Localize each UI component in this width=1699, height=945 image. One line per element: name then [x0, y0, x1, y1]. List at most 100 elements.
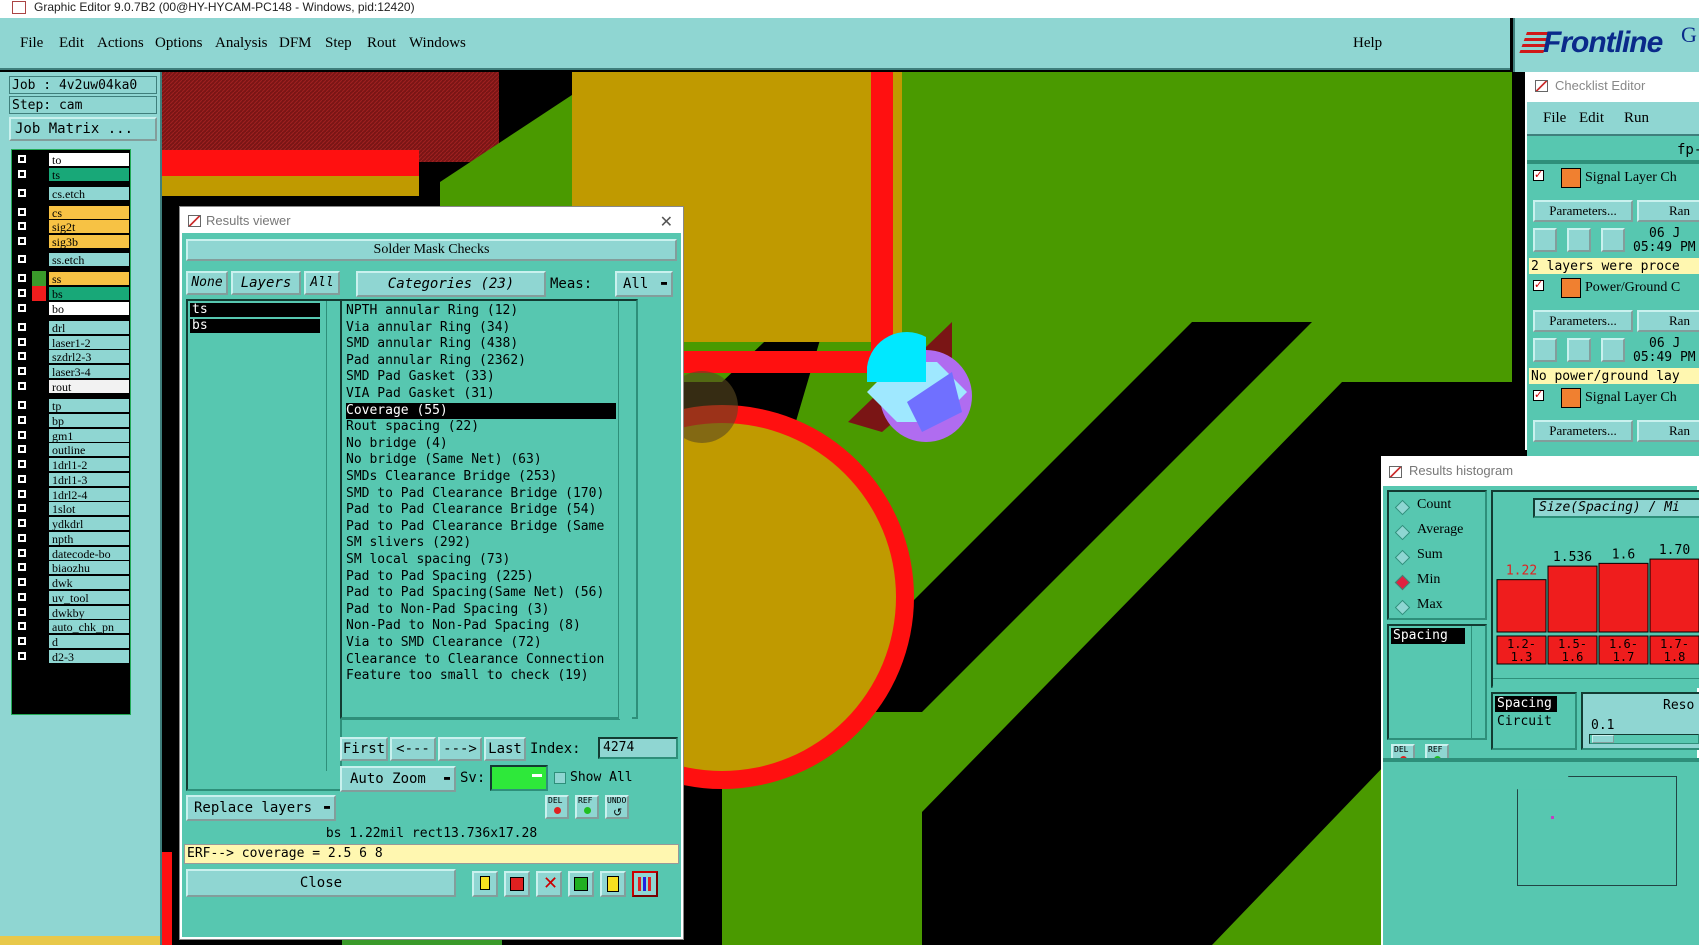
layer-color-swatch[interactable] — [32, 428, 46, 443]
layer-name[interactable]: cs.etch — [48, 186, 130, 201]
layer-color-swatch[interactable] — [32, 649, 46, 664]
category-item[interactable]: SM slivers (292) — [346, 535, 616, 551]
reso-slider[interactable] — [1589, 734, 1699, 744]
layer-checkbox[interactable] — [17, 636, 27, 646]
auto-zoom-dropdown[interactable]: Auto Zoom ▬ — [340, 766, 456, 792]
layer-row[interactable]: dwk — [14, 575, 130, 590]
layer-color-swatch[interactable] — [32, 634, 46, 649]
menu-help[interactable]: Help — [1353, 35, 1382, 52]
layer-row[interactable]: gm1 — [14, 428, 130, 443]
layer-row[interactable]: laser3-4 — [14, 364, 130, 379]
checklist-menu-run[interactable]: Run — [1624, 110, 1649, 127]
tool-flag-icon[interactable] — [472, 871, 498, 897]
run-check-icon[interactable] — [1567, 338, 1591, 362]
layer-row[interactable]: d2-3 — [14, 649, 130, 664]
layer-row[interactable]: ydkdrl — [14, 516, 130, 531]
category-item[interactable]: Pad to Pad Clearance Bridge (Same — [346, 519, 616, 535]
layer-name[interactable]: bo — [48, 301, 130, 316]
check-ran-button[interactable]: Ran — [1637, 310, 1699, 332]
layer-name[interactable]: szdrl2-3 — [48, 349, 130, 364]
stat-radio-min[interactable] — [1394, 574, 1411, 591]
layer-row[interactable]: 1drl1-2 — [14, 457, 130, 472]
tool-chart-icon[interactable] — [568, 871, 594, 897]
stat-radio-count[interactable] — [1394, 499, 1411, 516]
layers-button[interactable]: Layers — [231, 271, 301, 295]
categories-hscroll[interactable] — [342, 719, 620, 731]
layer-row[interactable]: ss.etch — [14, 252, 130, 267]
layer-color-swatch[interactable] — [32, 501, 46, 516]
layer-name[interactable]: bp — [48, 413, 130, 428]
layer-row[interactable]: dwkby — [14, 605, 130, 620]
run-check-icon[interactable] — [1567, 228, 1591, 252]
layer-color-swatch[interactable] — [32, 560, 46, 575]
layer-name[interactable]: biaozhu — [48, 560, 130, 575]
layer-color-swatch[interactable] — [32, 531, 46, 546]
layer-row[interactable]: ts — [14, 167, 130, 182]
check-enable-checkbox[interactable]: ✓ — [1533, 390, 1544, 401]
layer-name[interactable]: sig3b — [48, 234, 130, 249]
layer-list-scrollbar[interactable] — [326, 301, 340, 771]
layer-checkbox[interactable] — [17, 288, 27, 298]
layer-color-swatch[interactable] — [32, 364, 46, 379]
circuit-option[interactable]: Circuit — [1497, 714, 1552, 729]
layer-color-swatch[interactable] — [32, 575, 46, 590]
spacing-circuit-list[interactable]: Spacing Circuit — [1491, 692, 1577, 750]
layer-name[interactable]: to — [48, 152, 130, 167]
layer-checkbox[interactable] — [17, 351, 27, 361]
first-button[interactable]: First — [340, 737, 388, 761]
layer-name[interactable]: dwkby — [48, 605, 130, 620]
menu-dfm[interactable]: DFM — [279, 35, 312, 52]
run-check-icon[interactable] — [1601, 338, 1625, 362]
layer-color-swatch[interactable] — [32, 234, 46, 249]
layer-name[interactable]: 1slot — [48, 501, 130, 516]
category-item[interactable]: SM local spacing (73) — [346, 552, 616, 568]
run-check-icon[interactable] — [1601, 228, 1625, 252]
spacing-option[interactable]: Spacing — [1495, 696, 1557, 712]
layer-checkbox[interactable] — [17, 592, 27, 602]
layer-color-swatch[interactable] — [32, 335, 46, 350]
layer-color-swatch[interactable] — [32, 349, 46, 364]
layer-color-swatch[interactable] — [32, 252, 46, 267]
layer-name[interactable]: ss.etch — [48, 252, 130, 267]
layer-checkbox[interactable] — [17, 273, 27, 283]
layer-checkbox[interactable] — [17, 651, 27, 661]
layer-color-swatch[interactable] — [32, 442, 46, 457]
layer-row[interactable]: npth — [14, 531, 130, 546]
layer-color-swatch[interactable] — [32, 590, 46, 605]
layer-name[interactable]: bs — [48, 286, 130, 301]
layer-checkbox[interactable] — [17, 400, 27, 410]
del-button[interactable]: DEL — [545, 795, 569, 819]
category-item[interactable]: SMD annular Ring (438) — [346, 336, 616, 352]
category-item[interactable]: Pad to Non-Pad Spacing (3) — [346, 602, 616, 618]
sv-color-dropdown[interactable]: ▬ — [490, 765, 548, 791]
category-item[interactable]: No bridge (4) — [346, 436, 616, 452]
layer-name[interactable]: datecode-bo — [48, 546, 130, 561]
layer-checkbox[interactable] — [17, 381, 27, 391]
layer-checkbox[interactable] — [17, 459, 27, 469]
layer-color-swatch[interactable] — [32, 271, 46, 286]
menu-file[interactable]: File — [20, 35, 43, 52]
check-ran-button[interactable]: Ran — [1637, 420, 1699, 442]
tool-display-icon[interactable] — [504, 871, 530, 897]
category-item[interactable]: VIA Pad Gasket (31) — [346, 386, 616, 402]
layer-row[interactable]: uv_tool — [14, 590, 130, 605]
layer-checkbox[interactable] — [17, 430, 27, 440]
next-button[interactable]: ---> — [438, 737, 482, 761]
layer-name[interactable]: 1drl1-3 — [48, 472, 130, 487]
layer-row[interactable]: bo — [14, 301, 130, 316]
check-parameters-button[interactable]: Parameters... — [1533, 310, 1633, 332]
layer-checkbox[interactable] — [17, 533, 27, 543]
layer-checkbox[interactable] — [17, 154, 27, 164]
histogram-hscroll[interactable] — [1493, 678, 1699, 688]
stat-radio-max[interactable] — [1394, 599, 1411, 616]
replace-layers-dropdown[interactable]: Replace layers ▬ — [186, 795, 336, 821]
menu-rout[interactable]: Rout — [367, 35, 396, 52]
checklist-menu-edit[interactable]: Edit — [1579, 110, 1604, 127]
layer-color-swatch[interactable] — [32, 286, 46, 301]
menu-step[interactable]: Step — [325, 35, 352, 52]
layer-checkbox[interactable] — [17, 236, 27, 246]
category-item[interactable]: Coverage (55) — [346, 402, 616, 419]
layer-name[interactable]: laser1-2 — [48, 335, 130, 350]
layer-row[interactable]: 1drl2-4 — [14, 487, 130, 502]
category-item[interactable]: Clearance to Clearance Connection — [346, 652, 616, 668]
